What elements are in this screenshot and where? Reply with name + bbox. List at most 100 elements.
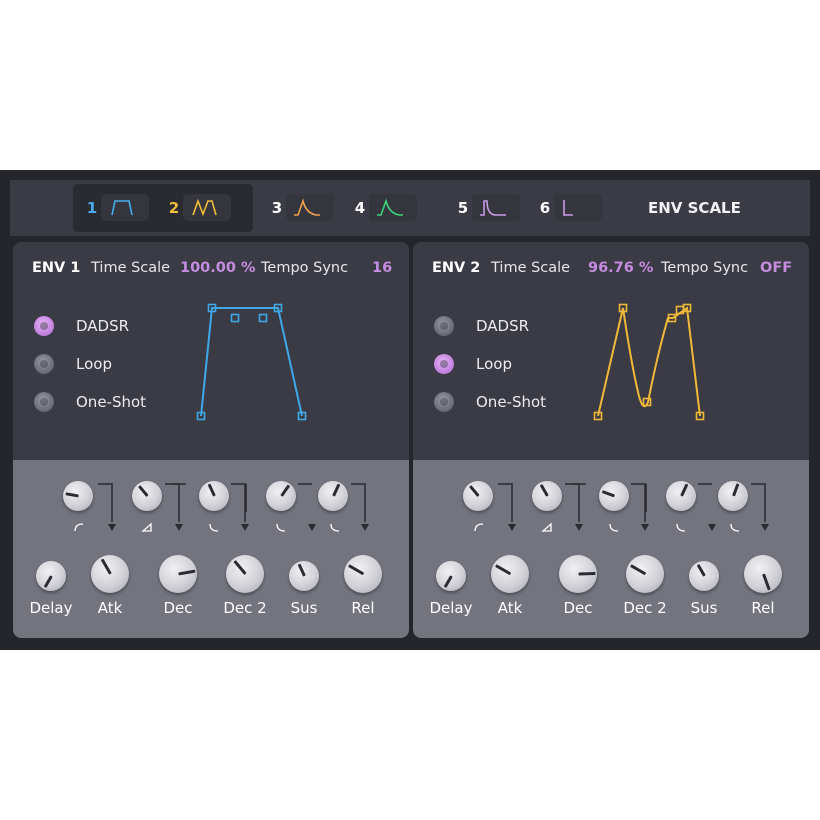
knob-indicator	[601, 490, 615, 498]
dec-knob[interactable]	[559, 555, 597, 593]
knob-indicator	[279, 484, 290, 497]
peak-shape-icon	[369, 194, 417, 221]
mode-label-dadsr: DADSR	[476, 317, 530, 335]
knob-indicator	[347, 564, 364, 576]
env1-envelope-graph[interactable]	[183, 302, 343, 422]
knob-indicator	[177, 569, 196, 576]
time-scale-label: Time Scale	[491, 260, 571, 276]
decay2-curve-knob[interactable]	[666, 481, 696, 511]
decay-curve-knob[interactable]	[199, 481, 229, 511]
env1-panel: ENV 1 Time Scale 100.00 % Tempo Sync 16 …	[13, 242, 409, 638]
env-node-handle[interactable]	[258, 313, 268, 323]
knob-label: Rel	[751, 599, 775, 617]
delay-curve-knob[interactable]	[463, 481, 493, 511]
curve-shape-icon	[74, 523, 84, 532]
knob-indicator	[696, 563, 706, 577]
curve-shape-icon	[276, 523, 286, 532]
knob-indicator	[468, 485, 480, 497]
curve-shape-icon	[330, 523, 340, 532]
curve-shape-icon	[541, 522, 552, 532]
knob-indicator	[629, 564, 646, 576]
tab-number: 3	[271, 199, 283, 217]
curve-shape-icon	[609, 523, 619, 532]
env2-panel: ENV 2 Time Scale 96.76 % Tempo Sync OFF …	[413, 242, 809, 638]
tab-number: 5	[457, 199, 469, 217]
atk-knob[interactable]	[91, 555, 129, 593]
knob-indicator	[137, 485, 149, 497]
tempo-sync-label: Tempo Sync	[261, 260, 349, 276]
knob-indicator	[207, 483, 216, 497]
mode-label-one-shot: One-Shot	[76, 393, 147, 411]
atk-knob[interactable]	[491, 555, 529, 593]
mode-label-dadsr: DADSR	[76, 317, 130, 335]
knob-indicator	[731, 483, 739, 497]
attack-curve-knob[interactable]	[532, 481, 562, 511]
decay-curve-knob[interactable]	[599, 481, 629, 511]
attack-curve-knob[interactable]	[132, 481, 162, 511]
time-scale-label: Time Scale	[91, 260, 171, 276]
knob-label: Atk	[97, 599, 123, 617]
rel-knob[interactable]	[344, 555, 382, 593]
env2-envelope-graph[interactable]	[583, 302, 743, 422]
knob-indicator	[539, 483, 549, 497]
curve-shape-icon	[474, 523, 484, 532]
env2-title: ENV 2	[432, 260, 481, 276]
env2-settings: ENV 2 Time Scale 96.76 % Tempo Sync OFF …	[413, 242, 809, 458]
knob-indicator	[679, 483, 688, 497]
env1-knob-section: Delay Atk Dec Dec 2 Sus Rel	[13, 460, 409, 638]
mode-label-loop: Loop	[76, 355, 112, 373]
tab-number: 4	[354, 199, 366, 217]
time-scale-value[interactable]: 100.00 %	[180, 256, 256, 280]
rel-knob[interactable]	[744, 555, 782, 593]
decay2-curve-knob[interactable]	[266, 481, 296, 511]
env1-settings: ENV 1 Time Scale 100.00 % Tempo Sync 16 …	[13, 242, 409, 458]
tab-number: 6	[539, 199, 551, 217]
dadsr-shape-icon	[101, 194, 149, 221]
knob-indicator	[494, 564, 511, 576]
knob-indicator	[761, 573, 771, 591]
curve-shape-icon	[141, 522, 152, 532]
sus-knob[interactable]	[689, 561, 719, 591]
mode-radio-one-shot[interactable]	[34, 392, 54, 412]
peak-shape-icon	[286, 194, 334, 221]
mode-radio-loop[interactable]	[434, 354, 454, 374]
knob-indicator	[297, 563, 306, 577]
env-node-handle[interactable]	[230, 313, 240, 323]
tempo-sync-value[interactable]: 16	[372, 256, 392, 280]
env-scale-button[interactable]: ENV SCALE	[648, 180, 741, 236]
mode-radio-dadsr[interactable]	[34, 316, 54, 336]
knob-label: Rel	[351, 599, 375, 617]
knob-indicator	[64, 492, 79, 498]
envelope-tab-bar: 1 2 3 4 5 6 ENV SCALE	[10, 180, 810, 236]
loop-shape-icon	[183, 194, 231, 221]
knob-indicator	[100, 558, 112, 575]
sustain-curve-knob[interactable]	[718, 481, 748, 511]
sus-knob[interactable]	[289, 561, 319, 591]
env2-knob-section: Delay Atk Dec Dec 2 Sus Rel	[413, 460, 809, 638]
dec-2-knob[interactable]	[626, 555, 664, 593]
tempo-sync-value[interactable]: OFF	[760, 256, 792, 280]
curve-shape-icon	[209, 523, 219, 532]
tab-number: 1	[86, 199, 98, 217]
delay-knob[interactable]	[36, 561, 66, 591]
knob-indicator	[443, 575, 453, 589]
curve-shape-icon	[730, 523, 740, 532]
knob-indicator	[232, 560, 247, 575]
mode-radio-dadsr[interactable]	[434, 316, 454, 336]
knob-indicator	[577, 571, 596, 576]
delay-curve-knob[interactable]	[63, 481, 93, 511]
mode-label-one-shot: One-Shot	[476, 393, 547, 411]
knob-indicator	[331, 483, 340, 497]
dec-2-knob[interactable]	[226, 555, 264, 593]
delay-knob[interactable]	[436, 561, 466, 591]
mode-radio-one-shot[interactable]	[434, 392, 454, 412]
dec-knob[interactable]	[159, 555, 197, 593]
mode-label-loop: Loop	[476, 355, 512, 373]
envelope-editor: 1 2 3 4 5 6 ENV SCALE ENV 1 Time Scale 1…	[0, 170, 820, 650]
mode-radio-loop[interactable]	[34, 354, 54, 374]
sustain-curve-knob[interactable]	[318, 481, 348, 511]
curve-shape-icon	[676, 523, 686, 532]
time-scale-value[interactable]: 96.76 %	[588, 256, 653, 280]
tab-number: 2	[168, 199, 180, 217]
knob-label: Dec	[163, 599, 193, 617]
